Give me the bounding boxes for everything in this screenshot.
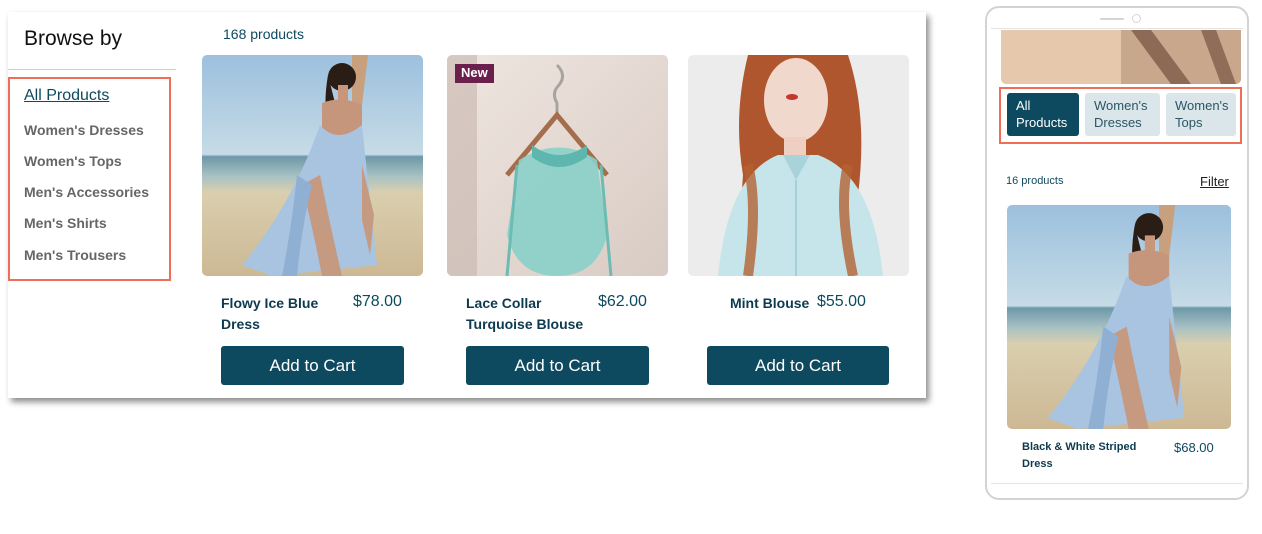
mint-blouse-photo [688, 55, 909, 276]
product-price: $55.00 [817, 293, 866, 310]
new-badge: New [455, 64, 494, 83]
category-mens-accessories[interactable]: Men's Accessories [24, 184, 149, 200]
chip-womens-dresses[interactable]: Women's Dresses [1085, 93, 1160, 136]
product-image[interactable]: New [447, 55, 668, 276]
hero-banner-image [1001, 30, 1241, 84]
category-womens-dresses[interactable]: Women's Dresses [24, 122, 144, 138]
mobile-product-count: 16 products [1006, 175, 1064, 187]
product-name[interactable]: Mint Blouse [730, 293, 809, 314]
category-all-products[interactable]: All Products [24, 87, 109, 105]
product-image[interactable] [202, 55, 423, 276]
mobile-store-preview: All Products Women's Dresses Women's Top… [985, 6, 1249, 500]
add-to-cart-button[interactable]: Add to Cart [221, 346, 404, 385]
phone-camera [1132, 14, 1141, 23]
browse-divider [8, 69, 176, 70]
product-name[interactable]: Flowy Ice Blue Dress [221, 293, 318, 335]
browse-by-heading: Browse by [24, 27, 123, 50]
banner-photo [1001, 30, 1241, 84]
product-price: $62.00 [598, 293, 647, 310]
mobile-product-name[interactable]: Black & White Striped Dress [1022, 439, 1167, 473]
beach-dress-photo [202, 55, 423, 276]
mobile-product-price: $68.00 [1174, 440, 1214, 455]
add-to-cart-button[interactable]: Add to Cart [707, 346, 889, 385]
filter-link[interactable]: Filter [1200, 174, 1229, 189]
category-womens-tops[interactable]: Women's Tops [24, 153, 122, 169]
category-mens-trousers[interactable]: Men's Trousers [24, 247, 126, 263]
product-image[interactable] [688, 55, 909, 276]
phone-speaker [1100, 18, 1124, 20]
add-to-cart-button[interactable]: Add to Cart [466, 346, 649, 385]
beach-dress-photo [1007, 205, 1231, 429]
chip-womens-tops[interactable]: Women's Tops [1166, 93, 1236, 136]
category-mens-shirts[interactable]: Men's Shirts [24, 215, 107, 231]
phone-screen-top [991, 28, 1243, 29]
product-price: $78.00 [353, 293, 402, 310]
chip-all-products[interactable]: All Products [1007, 93, 1079, 136]
phone-screen-bottom [991, 483, 1243, 484]
mobile-product-image[interactable] [1007, 205, 1231, 429]
hanging-blouse-photo [447, 55, 668, 276]
desktop-store-preview: Browse by All Products Women's Dresses W… [8, 12, 926, 398]
product-count: 168 products [223, 26, 304, 42]
product-name[interactable]: Lace Collar Turquoise Blouse [466, 293, 583, 335]
